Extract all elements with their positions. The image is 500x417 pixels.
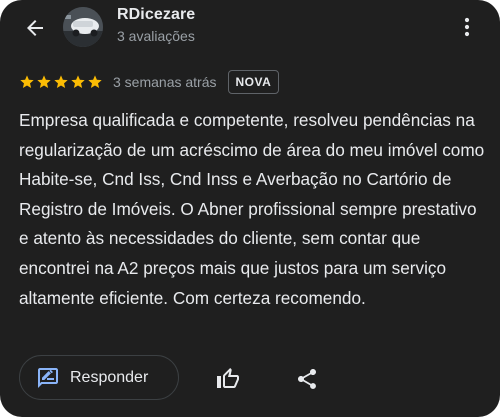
star-icon (37, 75, 51, 88)
like-button[interactable] (213, 364, 243, 394)
thumb-up-icon (217, 368, 239, 388)
more-vert-icon (464, 17, 470, 37)
avatar-photo-icon (63, 7, 103, 47)
review-text: Empresa qualificada e competente, resolv… (19, 110, 485, 308)
review-date: 3 semanas atrás (113, 74, 217, 90)
star-icon (71, 75, 85, 88)
avatar[interactable] (63, 7, 103, 47)
share-icon (298, 369, 316, 389)
review-header: RDicezare 3 avaliações (0, 0, 500, 60)
rate-review-icon (38, 367, 58, 388)
more-options-button[interactable] (452, 10, 482, 44)
star-icon (88, 75, 102, 88)
back-button[interactable] (17, 10, 53, 46)
star-icon (20, 75, 34, 88)
arrow-back-icon (27, 20, 43, 36)
author-name[interactable]: RDicezare (117, 6, 195, 24)
star-icon (54, 75, 68, 88)
review-card: RDicezare 3 avaliações 3 semanas atrás N… (0, 0, 500, 417)
share-button[interactable] (292, 364, 322, 394)
reply-button-label: Responder (70, 368, 149, 386)
rating-row: 3 semanas atrás NOVA (19, 70, 280, 94)
author-review-count: 3 avaliações (117, 28, 195, 44)
star-rating (19, 74, 103, 90)
reply-button[interactable]: Responder (19, 355, 179, 400)
new-badge: NOVA (227, 70, 280, 94)
